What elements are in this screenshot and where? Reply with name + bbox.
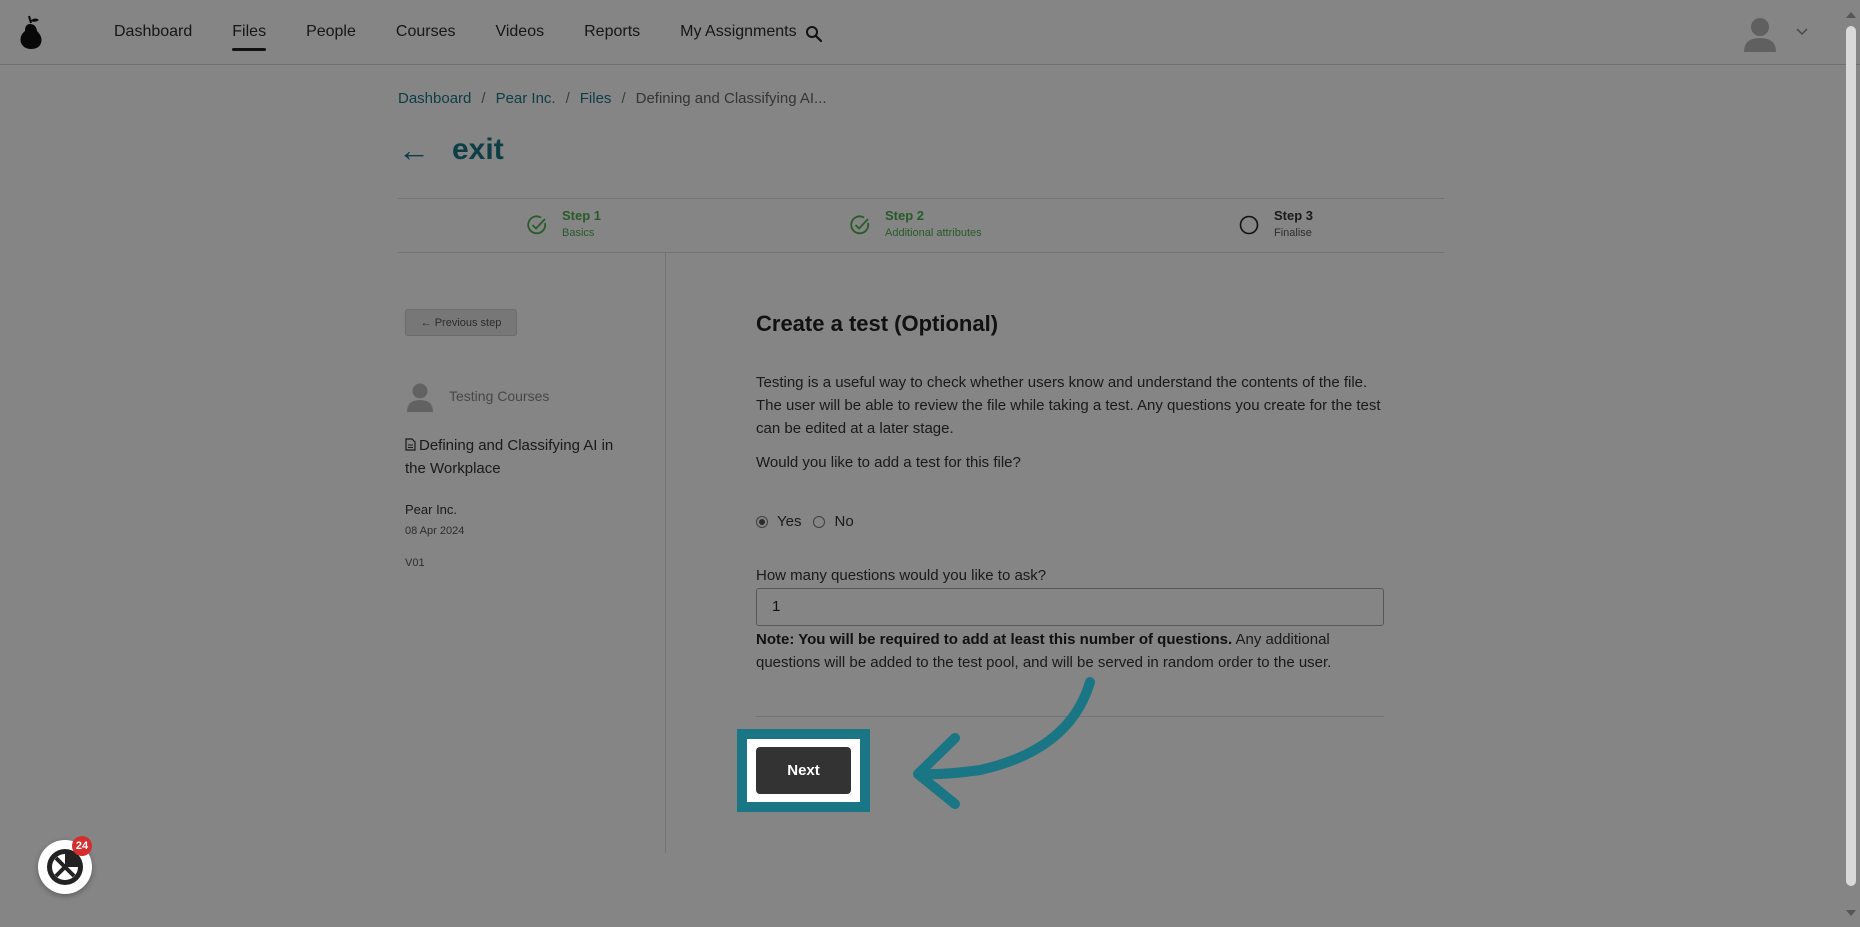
top-navigation-bar: Dashboard Files People Courses Videos Re… bbox=[0, 0, 1860, 65]
breadcrumb-dashboard[interactable]: Dashboard bbox=[398, 90, 471, 107]
step-title: Step 1 bbox=[562, 208, 602, 223]
main-nav: Dashboard Files People Courses Videos Re… bbox=[114, 0, 837, 65]
page-title: Create a test (Optional) bbox=[756, 311, 999, 336]
breadcrumb-files[interactable]: Files bbox=[580, 90, 612, 107]
step-subtitle: Basics bbox=[562, 227, 595, 239]
nav-my-assignments[interactable]: My Assignments bbox=[680, 0, 796, 65]
scroll-down-icon[interactable] bbox=[1845, 908, 1857, 918]
exit-label: exit bbox=[452, 133, 504, 166]
stepper: Step 1 Basics Step 2 Additional attribut… bbox=[398, 198, 1444, 253]
document-icon bbox=[405, 438, 416, 451]
author-avatar-icon bbox=[407, 383, 433, 412]
back-arrow-icon: ← bbox=[398, 132, 430, 168]
step-3[interactable]: Step 3 Finalise bbox=[1238, 208, 1313, 239]
search-icon[interactable] bbox=[805, 25, 823, 43]
file-title-text: Defining and Classifying AI in the Workp… bbox=[405, 437, 614, 477]
check-circle-icon bbox=[850, 215, 870, 235]
author-name: Testing Courses bbox=[449, 388, 550, 404]
vertical-scrollbar[interactable] bbox=[1846, 26, 1856, 886]
empty-circle-icon bbox=[1239, 215, 1259, 235]
step-1[interactable]: Step 1 Basics bbox=[526, 208, 601, 239]
file-version: V01 bbox=[405, 557, 425, 569]
test-description: Testing is a useful way to check whether… bbox=[756, 374, 1381, 437]
breadcrumb-separator: / bbox=[565, 90, 570, 107]
exit-link[interactable]: ← exit bbox=[398, 130, 504, 170]
breadcrumb-separator: / bbox=[621, 90, 626, 107]
question-count-input[interactable]: 1 bbox=[756, 588, 1384, 626]
user-avatar-icon[interactable] bbox=[1742, 14, 1778, 52]
file-date: 08 Apr 2024 bbox=[405, 525, 465, 537]
note-bold: Note: You will be required to add at lea… bbox=[756, 631, 1233, 648]
chevron-down-icon[interactable] bbox=[1796, 28, 1808, 36]
step-2[interactable]: Step 2 Additional attributes bbox=[849, 208, 982, 239]
step-title: Step 3 bbox=[1274, 208, 1314, 223]
pointer-arrow-icon bbox=[913, 677, 1095, 809]
sidebar-divider bbox=[665, 253, 666, 853]
previous-step-button[interactable]: ← Previous step bbox=[405, 309, 517, 336]
nav-people[interactable]: People bbox=[306, 0, 356, 65]
breadcrumb-pear-inc[interactable]: Pear Inc. bbox=[496, 90, 556, 107]
nav-courses[interactable]: Courses bbox=[396, 0, 456, 65]
question-count-label: How many questions would you like to ask… bbox=[756, 567, 1047, 584]
breadcrumb-current: Defining and Classifying AI... bbox=[635, 90, 827, 107]
nav-dashboard[interactable]: Dashboard bbox=[114, 0, 192, 65]
step-subtitle: Additional attributes bbox=[885, 227, 982, 239]
check-circle-icon bbox=[527, 215, 547, 235]
radio-no-label[interactable]: No bbox=[834, 513, 853, 530]
breadcrumb: Dashboard / Pear Inc. / Files / Defining… bbox=[398, 90, 827, 107]
step-title: Step 2 bbox=[885, 208, 925, 223]
nav-files[interactable]: Files bbox=[232, 0, 266, 65]
add-test-question: Would you like to add a test for this fi… bbox=[756, 454, 1021, 471]
next-button[interactable]: Next bbox=[756, 747, 851, 794]
question-count-note: Note: You will be required to add at lea… bbox=[756, 628, 1386, 674]
pear-logo-icon[interactable] bbox=[16, 14, 46, 50]
file-title: Defining and Classifying AI in the Workp… bbox=[405, 434, 615, 480]
add-test-options: Yes No bbox=[756, 513, 866, 530]
nav-videos[interactable]: Videos bbox=[495, 0, 544, 65]
radio-no[interactable] bbox=[813, 515, 826, 528]
notification-badge: 24 bbox=[72, 836, 92, 856]
radio-yes[interactable] bbox=[756, 515, 768, 528]
step-subtitle: Finalise bbox=[1274, 227, 1312, 239]
author-info: Testing Courses bbox=[405, 380, 549, 412]
scroll-up-icon[interactable] bbox=[1845, 10, 1857, 20]
breadcrumb-separator: / bbox=[481, 90, 486, 107]
nav-reports[interactable]: Reports bbox=[584, 0, 640, 65]
radio-yes-label[interactable]: Yes bbox=[777, 513, 801, 530]
file-company: Pear Inc. bbox=[405, 502, 458, 517]
